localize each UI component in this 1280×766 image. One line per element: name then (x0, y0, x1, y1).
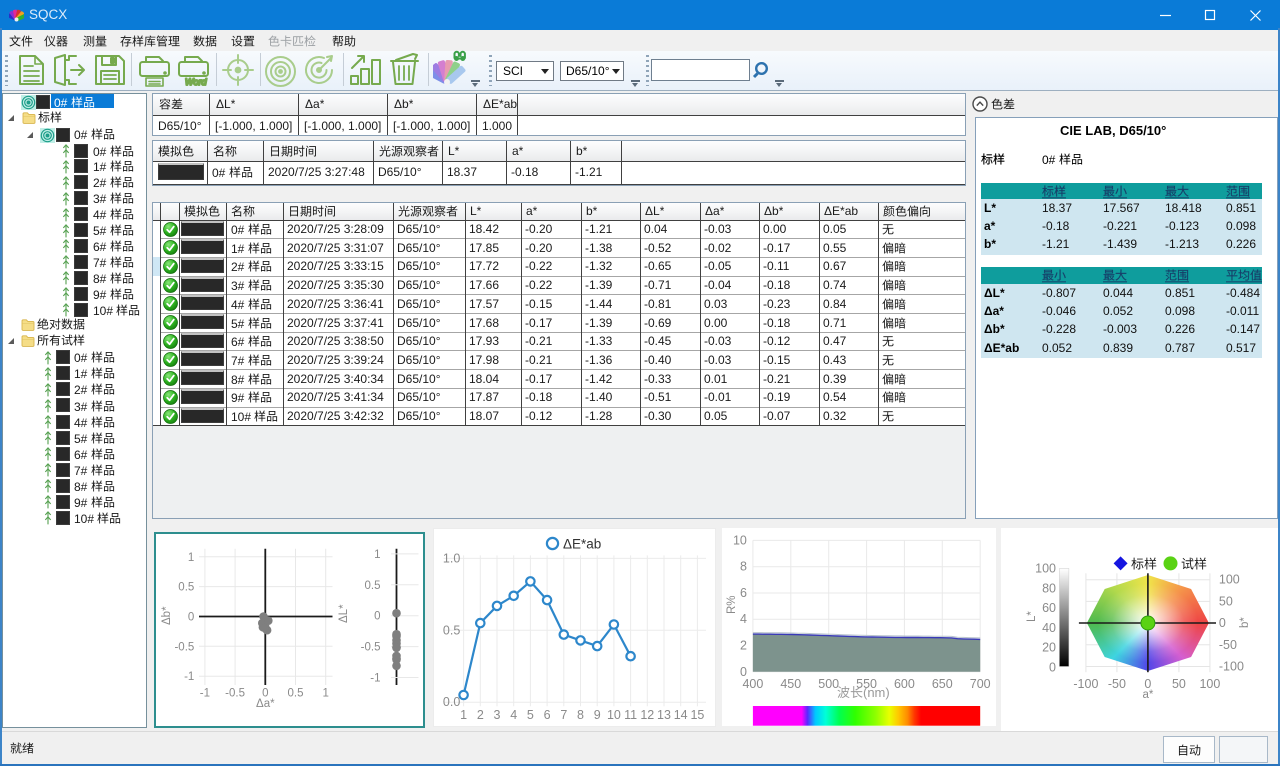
svg-text:-50: -50 (1219, 638, 1237, 652)
svg-text:-1: -1 (370, 673, 380, 685)
svg-text:2: 2 (477, 708, 484, 722)
svg-text:11: 11 (624, 708, 637, 722)
svg-text:(nm): (nm) (863, 685, 890, 700)
svg-text:1.0: 1.0 (443, 551, 460, 565)
svg-text:650: 650 (932, 677, 953, 691)
svg-text:20: 20 (1042, 641, 1056, 655)
svg-text:-100: -100 (1219, 660, 1244, 674)
svg-text:2: 2 (740, 639, 747, 653)
svg-text:80: 80 (1042, 581, 1056, 595)
svg-text:1: 1 (188, 552, 194, 564)
svg-text:5: 5 (527, 708, 534, 722)
svg-text:10: 10 (733, 533, 747, 547)
svg-text:-100: -100 (1073, 677, 1098, 691)
svg-text:ΔL*: ΔL* (338, 604, 350, 623)
svg-text:8: 8 (577, 708, 584, 722)
svg-text:4: 4 (510, 708, 517, 722)
svg-text:100: 100 (1035, 562, 1056, 576)
svg-text:0.0: 0.0 (443, 695, 460, 709)
svg-text:8: 8 (740, 560, 747, 574)
svg-text:60: 60 (1042, 601, 1056, 615)
svg-text:50: 50 (1219, 594, 1233, 608)
svg-text:4: 4 (740, 612, 747, 626)
svg-text:10: 10 (607, 708, 621, 722)
svg-text:Δb*: Δb* (161, 606, 173, 625)
svg-text:40: 40 (1042, 621, 1056, 635)
svg-text:0.5: 0.5 (288, 688, 304, 700)
svg-text:13: 13 (657, 708, 671, 722)
svg-text:Δa*: Δa* (256, 698, 275, 710)
svg-text:-0.5: -0.5 (361, 642, 381, 654)
svg-text:0.5: 0.5 (443, 623, 460, 637)
svg-text:-1: -1 (200, 688, 210, 700)
svg-text:1: 1 (374, 549, 380, 561)
svg-text:-0.5: -0.5 (225, 688, 245, 700)
svg-text:15: 15 (690, 708, 704, 722)
svg-text:-50: -50 (1108, 677, 1126, 691)
svg-text:600: 600 (894, 677, 915, 691)
svg-text:-0.5: -0.5 (174, 641, 194, 653)
svg-text:1: 1 (322, 688, 328, 700)
svg-text:0: 0 (1049, 661, 1056, 675)
svg-text:6: 6 (740, 586, 747, 600)
svg-text:9: 9 (594, 708, 601, 722)
svg-text:-1: -1 (184, 671, 194, 683)
svg-text:0: 0 (740, 665, 747, 679)
svg-text:100: 100 (1199, 677, 1220, 691)
svg-text:500: 500 (818, 677, 839, 691)
svg-text:100: 100 (1219, 573, 1240, 587)
svg-text:R%: R% (726, 595, 738, 614)
svg-text:6: 6 (544, 708, 551, 722)
svg-text:0.5: 0.5 (178, 582, 194, 594)
svg-text:0: 0 (374, 611, 380, 623)
svg-text:1: 1 (460, 708, 467, 722)
svg-text:0.5: 0.5 (365, 580, 381, 592)
svg-text:a*: a* (1142, 689, 1153, 701)
svg-text:ΔE*ab: ΔE*ab (563, 537, 601, 552)
svg-text:3: 3 (494, 708, 501, 722)
svg-text:450: 450 (780, 677, 801, 691)
svg-text:50: 50 (1172, 677, 1186, 691)
svg-text:Word: Word (185, 77, 207, 87)
svg-text:7: 7 (560, 708, 567, 722)
svg-text:L*: L* (1026, 611, 1038, 622)
svg-text:400: 400 (742, 677, 763, 691)
svg-text:0: 0 (1219, 616, 1226, 630)
svg-text:12: 12 (640, 708, 654, 722)
svg-text:0: 0 (188, 612, 194, 624)
svg-text:14: 14 (674, 708, 688, 722)
svg-text:700: 700 (970, 677, 991, 691)
svg-text:b*: b* (1239, 617, 1251, 628)
